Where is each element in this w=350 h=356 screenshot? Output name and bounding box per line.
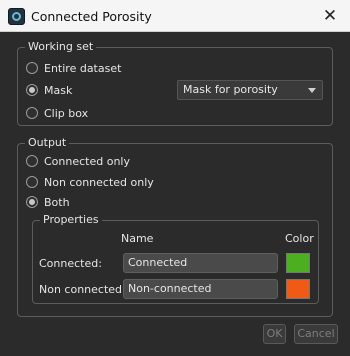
cancel-button[interactable]: Cancel (294, 324, 338, 344)
properties-title: Properties (40, 213, 102, 227)
radio-label: Connected only (44, 154, 130, 168)
radio-indicator[interactable] (26, 196, 38, 208)
chevron-down-icon (308, 88, 316, 93)
radio-label: Clip box (44, 106, 89, 120)
name-header: Name (121, 232, 154, 245)
radio-non-connected-only[interactable]: Non connected only (26, 174, 154, 190)
radio-label: Non connected only (44, 175, 154, 189)
mask-select[interactable]: Mask for porosity (177, 80, 323, 100)
ok-button[interactable]: OK (263, 324, 286, 344)
window-title: Connected Porosity (31, 9, 152, 24)
properties-group: Properties Name Color Connected: Connect… (32, 213, 319, 304)
radio-indicator[interactable] (26, 176, 38, 188)
output-title: Output (25, 136, 70, 150)
radio-indicator[interactable] (26, 107, 38, 119)
connected-color-swatch[interactable] (286, 253, 310, 273)
working-set-title: Working set (25, 40, 97, 54)
radio-clip-box[interactable]: Clip box (26, 105, 88, 121)
connected-label: Connected: (39, 257, 102, 270)
radio-mask[interactable]: Mask (26, 82, 72, 98)
radio-connected-only[interactable]: Connected only (26, 153, 130, 169)
radio-indicator[interactable] (26, 62, 38, 74)
radio-indicator[interactable] (26, 155, 38, 167)
radio-entire-dataset[interactable]: Entire dataset (26, 60, 121, 76)
working-set-group: Working set Entire dataset Mask Clip box… (17, 40, 333, 126)
radio-indicator[interactable] (26, 84, 38, 96)
output-group: Output Connected only Non connected only… (17, 136, 333, 317)
close-icon[interactable]: ✕ (318, 4, 342, 28)
non-connected-name-field[interactable]: Non-connected (123, 279, 278, 299)
radio-both[interactable]: Both (26, 194, 70, 210)
connected-name-field[interactable]: Connected (123, 253, 278, 273)
app-icon (8, 8, 25, 25)
radio-label: Both (44, 195, 70, 209)
mask-select-value: Mask for porosity (183, 83, 278, 96)
non-connected-color-swatch[interactable] (286, 279, 310, 299)
radio-label: Mask (44, 83, 73, 97)
radio-label: Entire dataset (44, 61, 122, 75)
title-bar: Connected Porosity ✕ (0, 0, 350, 32)
color-header: Color (285, 232, 314, 245)
non-connected-label: Non connected: (39, 283, 126, 296)
